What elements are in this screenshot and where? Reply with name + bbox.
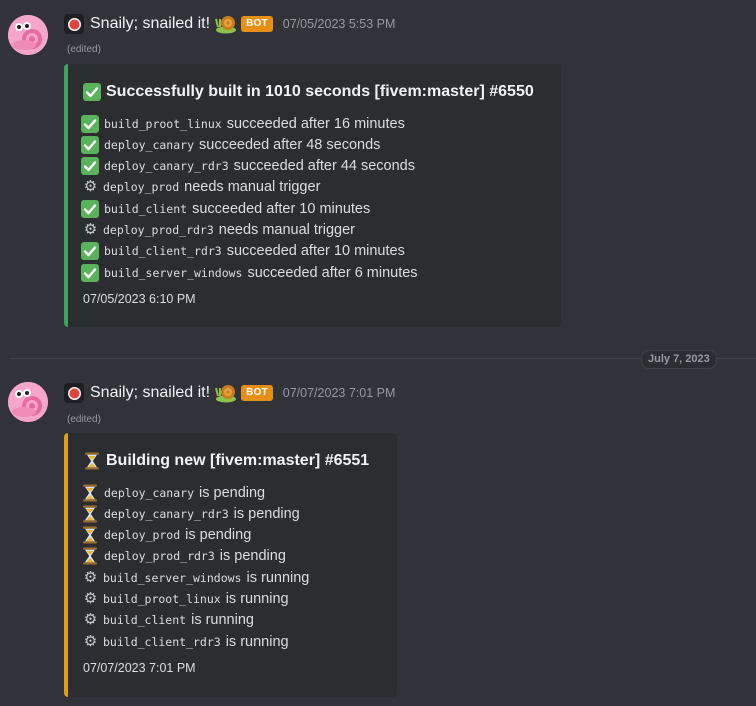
hourglass-icon bbox=[81, 526, 99, 544]
job-name: deploy_canary bbox=[104, 485, 195, 500]
job-status-text: is running bbox=[225, 591, 289, 607]
job-name: deploy_prod_rdr3 bbox=[103, 223, 214, 237]
job-status-text: is pending bbox=[219, 548, 286, 565]
hourglass-icon bbox=[81, 547, 99, 565]
gear-icon: ⚙ bbox=[83, 221, 98, 238]
job-name: deploy_canary_rdr3 bbox=[104, 506, 229, 521]
job-name: deploy_prod_rdr3 bbox=[104, 549, 215, 564]
job-name: deploy_prod bbox=[104, 528, 181, 543]
job-status-text: needs manual trigger bbox=[184, 179, 321, 196]
job-name: build_proot_linux bbox=[104, 116, 222, 131]
embed-title: Building new [fivem:master] #6551 bbox=[83, 452, 369, 470]
gear-icon: ⚙ bbox=[83, 632, 98, 650]
job-name: deploy_canary_rdr3 bbox=[104, 159, 229, 174]
job-status-line: build_proot_linux succeeded after 16 minu… bbox=[81, 113, 405, 134]
edited-label: (edited) bbox=[67, 44, 101, 55]
job-name: build_client_rdr3 bbox=[104, 244, 222, 259]
job-status-line: build_client succeeded after 10 minutes bbox=[81, 198, 370, 219]
build-embed: Successfully built in 1010 seconds [five… bbox=[64, 64, 561, 327]
gear-icon: ⚙ bbox=[83, 590, 98, 607]
check-icon bbox=[81, 242, 99, 261]
job-status-text: is pending bbox=[185, 527, 252, 544]
job-name: build_client bbox=[103, 613, 187, 628]
job-status-line: build_server_windows succeeded after 6 mi… bbox=[81, 262, 418, 283]
job-status-text: succeeded after 6 minutes bbox=[247, 264, 418, 281]
bot-badge: BOT bbox=[241, 385, 273, 401]
job-status-text: succeeded after 44 seconds bbox=[233, 158, 415, 175]
embed-footer: 07/07/2023 7:01 PM bbox=[83, 661, 196, 675]
job-status-line: ⚙ build_proot_linux is running bbox=[81, 589, 289, 610]
edited-label: (edited) bbox=[67, 414, 101, 425]
gear-icon: ⚙ bbox=[83, 568, 98, 586]
message-timestamp[interactable]: 07/05/2023 5:53 PM bbox=[283, 17, 396, 31]
username[interactable]: Snaily; snailed it! bbox=[90, 384, 210, 402]
gear-icon: ⚙ bbox=[83, 611, 98, 629]
message-header: Snaily; snailed it! BOT 07/05/2023 5:53 … bbox=[64, 12, 395, 36]
hourglass-icon bbox=[81, 484, 99, 502]
hourglass-icon bbox=[81, 505, 99, 523]
job-status-text: succeeded after 16 minutes bbox=[226, 115, 405, 132]
job-status-text: succeeded after 10 minutes bbox=[226, 243, 405, 260]
job-status-text: is pending bbox=[199, 484, 266, 501]
job-name: build_client_rdr3 bbox=[103, 634, 221, 649]
job-status-line: ⚙ deploy_prod needs manual trigger bbox=[81, 177, 321, 198]
embed-footer: 07/05/2023 6:10 PM bbox=[83, 292, 196, 306]
username[interactable]: Snaily; snailed it! bbox=[90, 15, 210, 33]
check-icon bbox=[81, 199, 99, 218]
message-timestamp[interactable]: 07/07/2023 7:01 PM bbox=[283, 386, 396, 400]
job-name: deploy_prod bbox=[103, 180, 180, 195]
embed-title-text: Successfully built in 1010 seconds [five… bbox=[106, 83, 534, 100]
hourglass-icon bbox=[83, 452, 101, 470]
job-status-line: ⚙ build_server_windows is running bbox=[81, 567, 310, 588]
job-status-text: is pending bbox=[233, 505, 300, 522]
job-status-line: build_client_rdr3 succeeded after 10 minu… bbox=[81, 241, 405, 262]
job-name: build_client bbox=[104, 201, 188, 216]
job-status-line: deploy_canary is pending bbox=[81, 482, 265, 503]
job-status-line: deploy_prod is pending bbox=[81, 525, 251, 546]
check-icon bbox=[81, 263, 99, 282]
job-name: build_server_windows bbox=[103, 570, 242, 585]
job-status-text: is running bbox=[191, 612, 254, 629]
avatar[interactable] bbox=[8, 15, 48, 55]
job-status-line: deploy_prod_rdr3 is pending bbox=[81, 546, 286, 567]
snail-icon bbox=[215, 383, 237, 403]
status-dot-icon bbox=[64, 383, 84, 403]
gear-icon: ⚙ bbox=[83, 178, 98, 196]
job-status-text: succeeded after 48 seconds bbox=[199, 136, 381, 153]
job-status-text: is running bbox=[225, 633, 289, 650]
avatar[interactable] bbox=[8, 382, 48, 422]
message-header: Snaily; snailed it! BOT 07/07/2023 7:01 … bbox=[64, 381, 395, 405]
job-status-text: succeeded after 10 minutes bbox=[192, 200, 371, 217]
job-status-text: is running bbox=[246, 569, 310, 586]
job-status-line: deploy_canary succeeded after 48 seconds bbox=[81, 134, 380, 155]
job-status-line: deploy_canary_rdr3 succeeded after 44 sec… bbox=[81, 156, 415, 177]
check-icon bbox=[81, 135, 99, 154]
status-dot-icon bbox=[64, 14, 84, 34]
check-icon bbox=[81, 157, 99, 176]
job-status-line: deploy_canary_rdr3 is pending bbox=[81, 503, 300, 524]
job-status-line: ⚙ build_client_rdr3 is running bbox=[81, 631, 289, 652]
snail-icon bbox=[215, 14, 237, 34]
check-icon bbox=[83, 83, 101, 101]
job-name: build_server_windows bbox=[104, 265, 243, 280]
job-name: build_proot_linux bbox=[103, 592, 221, 606]
embed-title: Successfully built in 1010 seconds [five… bbox=[83, 83, 534, 101]
job-status-line: ⚙ build_client is running bbox=[81, 610, 254, 631]
job-name: deploy_canary bbox=[104, 137, 195, 152]
job-status-text: needs manual trigger bbox=[218, 222, 356, 238]
job-status-line: ⚙ deploy_prod_rdr3 needs manual trigger bbox=[81, 220, 355, 241]
check-icon bbox=[81, 114, 99, 133]
build-embed: Building new [fivem:master] #6551 deploy… bbox=[64, 433, 397, 697]
bot-badge: BOT bbox=[241, 16, 273, 32]
date-divider-label: July 7, 2023 bbox=[641, 350, 717, 369]
embed-title-text: Building new [fivem:master] #6551 bbox=[106, 452, 370, 469]
